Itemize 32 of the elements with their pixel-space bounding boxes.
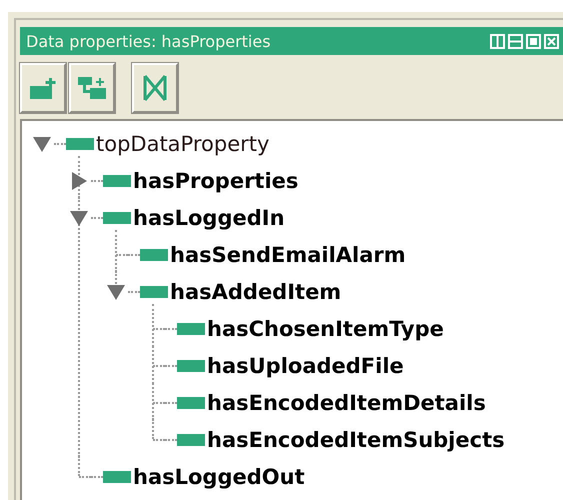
add-sibling-button[interactable]	[69, 63, 115, 113]
property-icon	[177, 360, 205, 372]
box-plus-icon	[29, 76, 57, 100]
split-vertical-icon[interactable]	[490, 34, 505, 48]
tree-item[interactable]: hasEncodedItemDetails	[207, 390, 486, 414]
split-horizontal-icon[interactable]	[508, 34, 523, 48]
property-icon	[140, 248, 168, 260]
property-icon	[103, 470, 131, 482]
tree-item[interactable]: hasEncodedItemSubjects	[207, 428, 505, 452]
tree-item[interactable]: hasAddedItem	[170, 280, 342, 304]
tree-item[interactable]: topDataProperty	[96, 132, 270, 156]
close-icon[interactable]	[544, 34, 559, 48]
property-icon	[66, 138, 94, 150]
cross-icon	[142, 73, 168, 103]
property-icon	[177, 396, 205, 408]
maximize-icon[interactable]	[526, 34, 541, 48]
property-icon	[177, 434, 205, 446]
panel-title: Data properties: hasProperties	[26, 32, 271, 50]
property-icon	[103, 212, 131, 224]
delete-button[interactable]	[132, 63, 178, 113]
tree-item[interactable]: hasUploadedFile	[207, 354, 404, 378]
add-sub-button[interactable]	[20, 63, 66, 113]
tree-item[interactable]: hasLoggedOut	[133, 464, 305, 488]
tree-item[interactable]: hasChosenItemType	[207, 316, 444, 340]
property-icon	[177, 322, 205, 334]
hierarchy-plus-icon	[77, 75, 107, 101]
tree-item[interactable]: hasSendEmailAlarm	[170, 242, 406, 266]
property-icon	[140, 286, 168, 298]
tree-item[interactable]: hasLoggedIn	[133, 206, 285, 230]
property-icon	[103, 174, 131, 186]
tree-item[interactable]: hasProperties	[133, 168, 298, 192]
collapsed-arrow-icon[interactable]	[69, 170, 89, 190]
